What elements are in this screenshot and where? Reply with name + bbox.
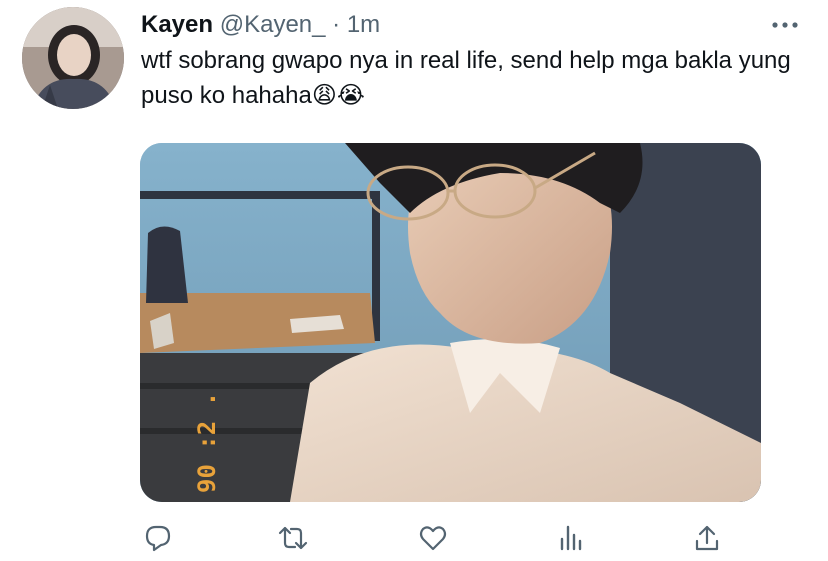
reply-icon xyxy=(145,525,171,552)
display-name[interactable]: Kayen xyxy=(141,11,213,38)
reply-button[interactable] xyxy=(138,518,178,558)
analytics-button[interactable] xyxy=(551,518,591,558)
tweet-actions xyxy=(0,518,828,558)
retweet-button[interactable] xyxy=(273,518,313,558)
user-handle[interactable]: @Kayen_ xyxy=(220,11,326,38)
analytics-icon xyxy=(560,525,582,551)
share-icon xyxy=(695,525,719,551)
media-photo: 90 :2 . xyxy=(140,143,761,502)
retweet-icon xyxy=(278,526,308,550)
tweet-text: wtf sobrang gwapo nya in real life, send… xyxy=(141,44,791,113)
tweet-body: wtf sobrang gwapo nya in real life, send… xyxy=(141,47,791,109)
tweet-emojis: 😩😭 xyxy=(311,81,365,109)
avatar[interactable] xyxy=(22,7,124,109)
like-button[interactable] xyxy=(413,518,453,558)
share-button[interactable] xyxy=(687,518,727,558)
tweet-header: Kayen @Kayen_ · 1m xyxy=(141,10,380,40)
timestamp[interactable]: 1m xyxy=(347,11,380,38)
heart-icon xyxy=(419,526,447,551)
avatar-image xyxy=(22,7,124,109)
separator-dot: · xyxy=(332,11,341,38)
more-dots-icon[interactable] xyxy=(770,10,800,46)
date-stamp: 90 :2 . xyxy=(193,392,221,493)
tweet-media[interactable]: 90 :2 . xyxy=(140,143,761,502)
